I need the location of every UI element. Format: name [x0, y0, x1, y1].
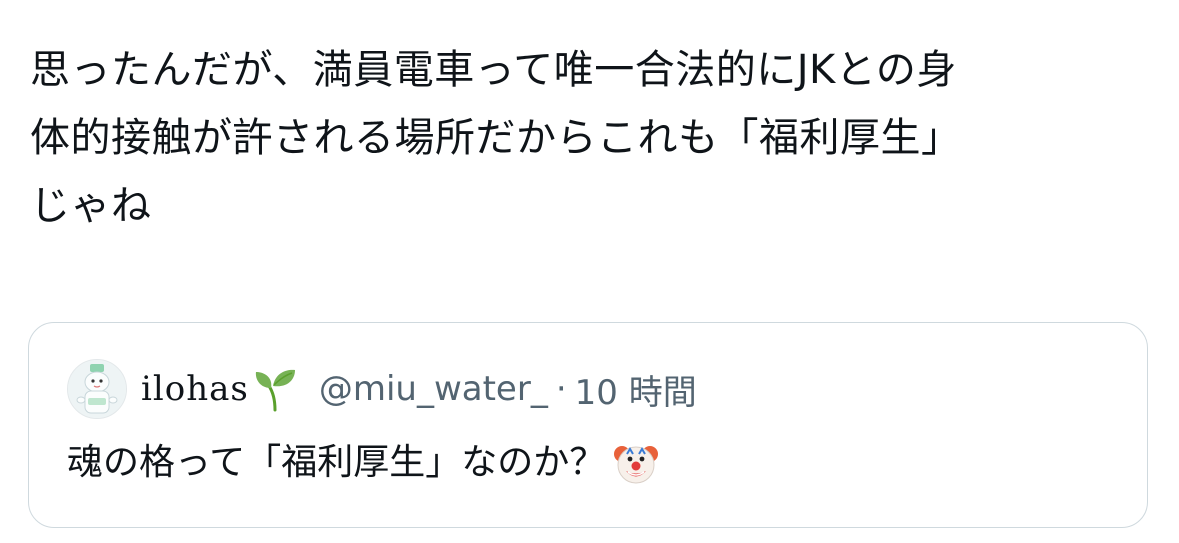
- sprout-icon: [253, 366, 299, 412]
- display-name[interactable]: ilohas: [141, 369, 249, 409]
- post-text-line: じゃね: [30, 183, 152, 229]
- water-bottle-mascot-icon: [68, 360, 126, 418]
- timestamp[interactable]: 10 時間: [575, 365, 697, 414]
- quoted-post-card[interactable]: ilohas @miu_water_ · 10 時間 魂の格って「福利厚生」なの…: [28, 322, 1148, 528]
- separator-dot: ·: [555, 369, 567, 409]
- post-body: 思ったんだが、満員電車って唯一合法的にJKとの身 体的接触が許される場所だからこ…: [30, 36, 1160, 240]
- handle[interactable]: @miu_water_: [319, 369, 548, 409]
- quoted-post-text-content: 魂の格って「福利厚生」なのか？: [67, 442, 606, 483]
- post-text-line: 体的接触が許される場所だからこれも「福利厚生」: [30, 115, 962, 161]
- avatar[interactable]: [67, 359, 127, 419]
- clown-face-icon: [613, 440, 659, 486]
- quoted-post-header: ilohas @miu_water_ · 10 時間: [67, 359, 697, 419]
- post-text-line: 思ったんだが、満員電車って唯一合法的にJKとの身: [30, 47, 957, 93]
- quoted-post-text: 魂の格って「福利厚生」なのか？: [67, 439, 659, 487]
